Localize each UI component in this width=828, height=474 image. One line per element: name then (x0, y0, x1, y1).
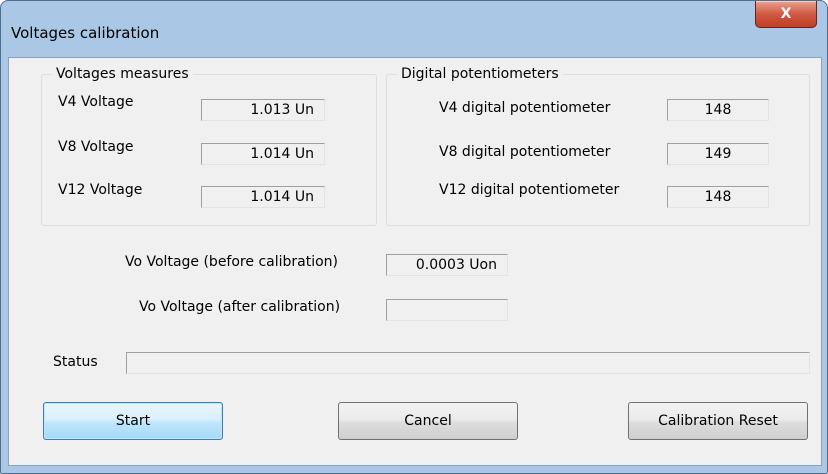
v4-voltage-value: 1.013 Un (201, 99, 325, 121)
v8-potentiometer-label: V8 digital potentiometer (439, 144, 611, 160)
v8-potentiometer-value: 149 (667, 143, 769, 165)
dialog-window: Voltages calibration X Voltages measures… (0, 0, 828, 474)
v8-voltage-value: 1.014 Un (201, 143, 325, 165)
v12-potentiometer-value: 148 (667, 186, 769, 208)
close-icon: X (780, 6, 792, 22)
close-button[interactable]: X (755, 1, 817, 28)
v4-potentiometer-label: V4 digital potentiometer (439, 100, 611, 116)
title-bar[interactable]: Voltages calibration X (1, 1, 827, 57)
vo-before-value: 0.0003 Uon (386, 254, 508, 276)
digital-potentiometers-legend: Digital potentiometers (401, 66, 559, 82)
v4-voltage-label: V4 Voltage (58, 94, 134, 110)
v12-potentiometer-label: V12 digital potentiometer (439, 182, 620, 198)
vo-after-value (386, 299, 508, 321)
calibration-reset-button[interactable]: Calibration Reset (628, 402, 808, 440)
v4-potentiometer-value: 148 (667, 99, 769, 121)
vo-after-label: Vo Voltage (after calibration) (139, 299, 341, 315)
voltages-measures-legend: Voltages measures (56, 66, 189, 82)
start-button[interactable]: Start (43, 402, 223, 440)
status-label: Status (53, 354, 98, 370)
status-field (126, 352, 810, 374)
dialog-client-area: Voltages measures V4 Voltage 1.013 Un V8… (8, 57, 822, 466)
window-title: Voltages calibration (11, 24, 160, 42)
v12-voltage-value: 1.014 Un (201, 186, 325, 208)
vo-before-label: Vo Voltage (before calibration) (125, 254, 338, 270)
cancel-button[interactable]: Cancel (338, 402, 518, 440)
v8-voltage-label: V8 Voltage (58, 139, 134, 155)
v12-voltage-label: V12 Voltage (58, 182, 143, 198)
